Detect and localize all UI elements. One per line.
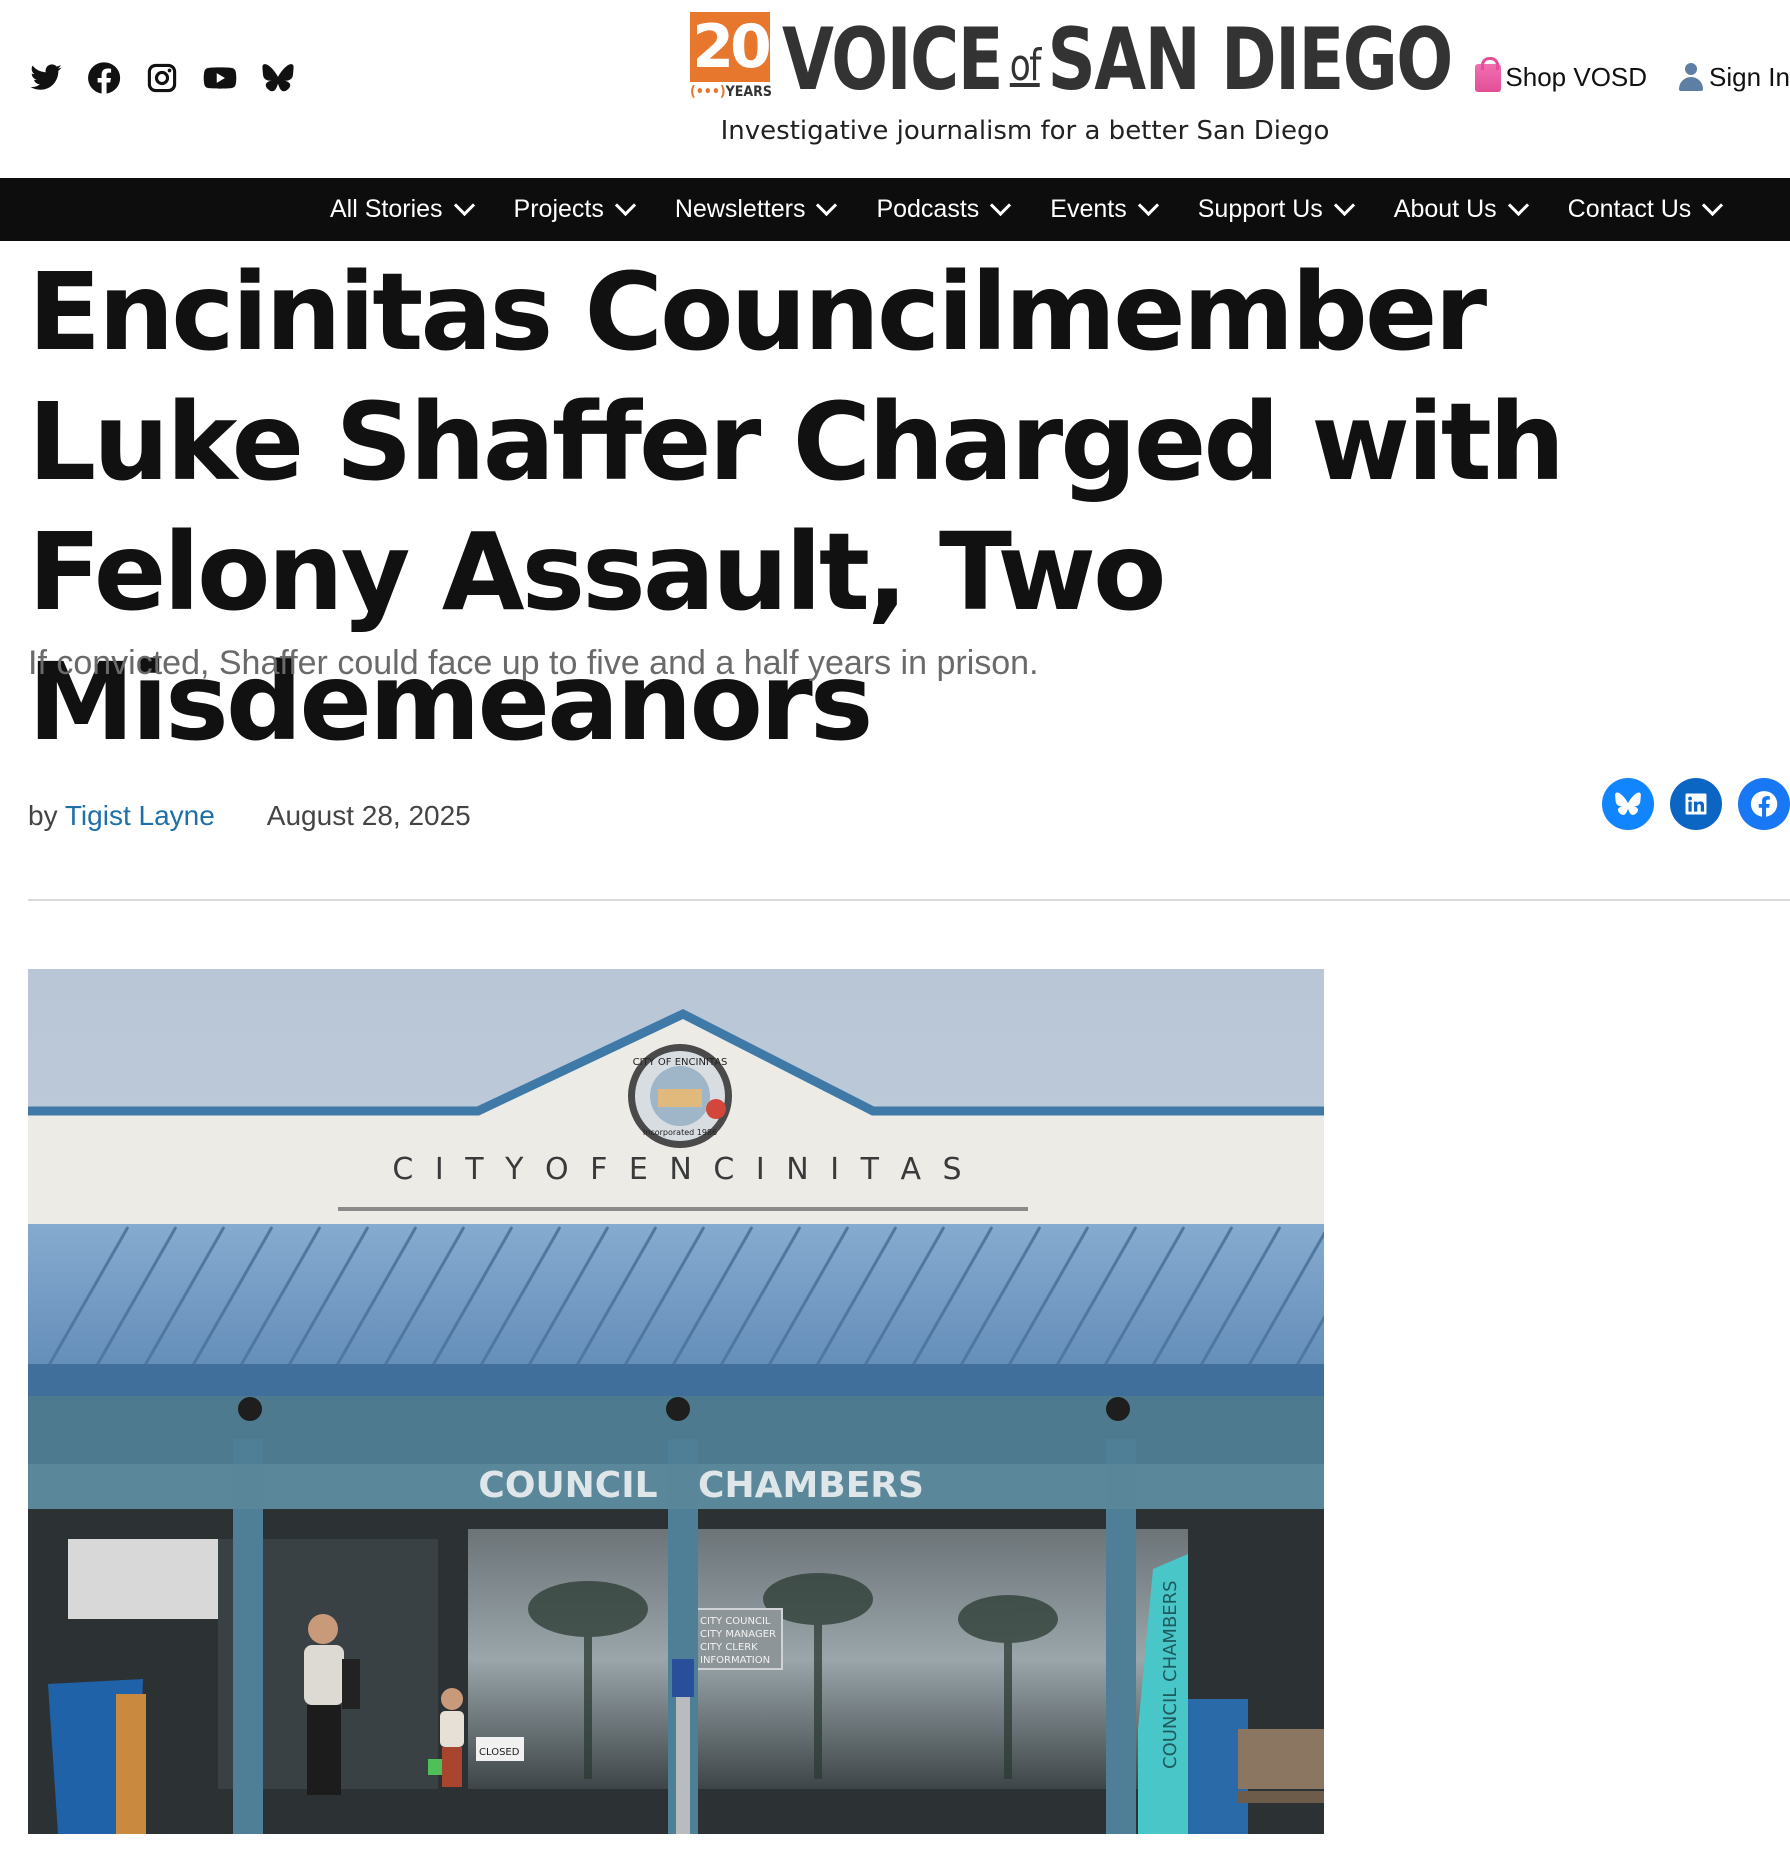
- seal-top-text: CITY OF ENCINITAS: [633, 1057, 728, 1068]
- facebook-icon[interactable]: [86, 60, 122, 96]
- share-bluesky-button[interactable]: [1602, 778, 1654, 830]
- byline-prefix: by: [28, 800, 58, 831]
- facebook-icon: [1750, 791, 1778, 817]
- youtube-icon[interactable]: [202, 60, 238, 96]
- chevron-down-icon: [990, 194, 1012, 217]
- site-logo[interactable]: 20 (•••)YEARS VOICE ofSAN DIEGO: [690, 10, 1453, 110]
- instagram-icon[interactable]: [144, 60, 180, 96]
- utility-links: Shop VOSD Sign In: [1475, 56, 1790, 93]
- badge-number: 20: [690, 12, 772, 82]
- chevron-down-icon: [453, 194, 475, 217]
- share-linkedin-button[interactable]: [1670, 778, 1722, 830]
- share-facebook-button[interactable]: [1738, 778, 1790, 830]
- twitter-icon[interactable]: [28, 60, 64, 96]
- shop-link[interactable]: Shop VOSD: [1475, 56, 1648, 93]
- author-link[interactable]: Tigist Layne: [65, 800, 215, 831]
- window-sign-line-3: CITY CLERK: [700, 1642, 758, 1653]
- council-sign-right-overlay: CHAMBERS: [698, 1465, 924, 1506]
- nav-item-about-us[interactable]: About Us: [1394, 178, 1568, 241]
- nav-item-projects[interactable]: Projects: [514, 178, 675, 241]
- badge-text: YEARS: [725, 84, 772, 100]
- nav-item-events[interactable]: Events: [1050, 178, 1197, 241]
- chevron-down-icon: [1507, 194, 1529, 217]
- bluesky-icon[interactable]: [260, 60, 296, 96]
- council-sign-left-overlay: COUNCIL: [478, 1465, 657, 1506]
- publish-date: August 28, 2025: [266, 800, 471, 831]
- door-sign-text: CLOSED: [479, 1747, 520, 1758]
- site-header: 20 (•••)YEARS VOICE ofSAN DIEGO Investiga…: [0, 0, 1790, 178]
- city-hall-photo: CITY OF ENCINITAS Incorporated 1986 C I …: [28, 969, 1324, 1834]
- pillar-sign-text: COUNCIL CHAMBERS: [1160, 1580, 1181, 1769]
- signin-label: Sign In: [1709, 62, 1790, 92]
- nav-item-newsletters[interactable]: Newsletters: [675, 178, 877, 241]
- nav-item-podcasts[interactable]: Podcasts: [876, 178, 1050, 241]
- nav-item-support-us[interactable]: Support Us: [1198, 178, 1394, 241]
- shop-label: Shop VOSD: [1505, 62, 1648, 92]
- anniversary-badge: 20 (•••)YEARS: [690, 12, 772, 100]
- bluesky-icon: [1615, 792, 1641, 815]
- brand-wordmark: VOICE ofSAN DIEGO: [782, 10, 1453, 110]
- signin-link[interactable]: Sign In: [1677, 62, 1790, 93]
- window-sign-line-2: CITY MANAGER: [700, 1629, 776, 1640]
- featured-image[interactable]: CITY OF ENCINITAS Incorporated 1986 C I …: [28, 969, 1324, 1834]
- linkedin-icon: [1685, 793, 1707, 815]
- seal-bottom-text: Incorporated 1986: [643, 1128, 717, 1137]
- chevron-down-icon: [1137, 194, 1159, 217]
- divider: [28, 899, 1790, 901]
- chevron-down-icon: [614, 194, 636, 217]
- article-headline: Encinitas Councilmember Luke Shaffer Cha…: [28, 251, 1565, 765]
- main-nav: All Stories Projects Newsletters Podcast…: [0, 178, 1790, 241]
- window-sign-line-1: CITY COUNCIL: [700, 1616, 771, 1627]
- facade-lettering: C I T Y O F E N C I N I T A S: [392, 1152, 967, 1187]
- article-byline: by Tigist Layne August 28, 2025: [28, 800, 471, 832]
- article-dek: If convicted, Shaffer could face up to f…: [28, 644, 1039, 682]
- social-links: [28, 60, 296, 96]
- user-icon: [1677, 62, 1705, 93]
- nav-item-contact-us[interactable]: Contact Us: [1568, 178, 1763, 241]
- chevron-down-icon: [816, 194, 838, 217]
- nav-item-all-stories[interactable]: All Stories: [330, 178, 514, 241]
- window-sign-line-4: INFORMATION: [700, 1655, 770, 1666]
- shopping-bag-icon: [1475, 56, 1502, 92]
- site-tagline: Investigative journalism for a better Sa…: [720, 116, 1330, 146]
- chevron-down-icon: [1333, 194, 1355, 217]
- chevron-down-icon: [1702, 194, 1724, 217]
- share-buttons: [1602, 778, 1790, 830]
